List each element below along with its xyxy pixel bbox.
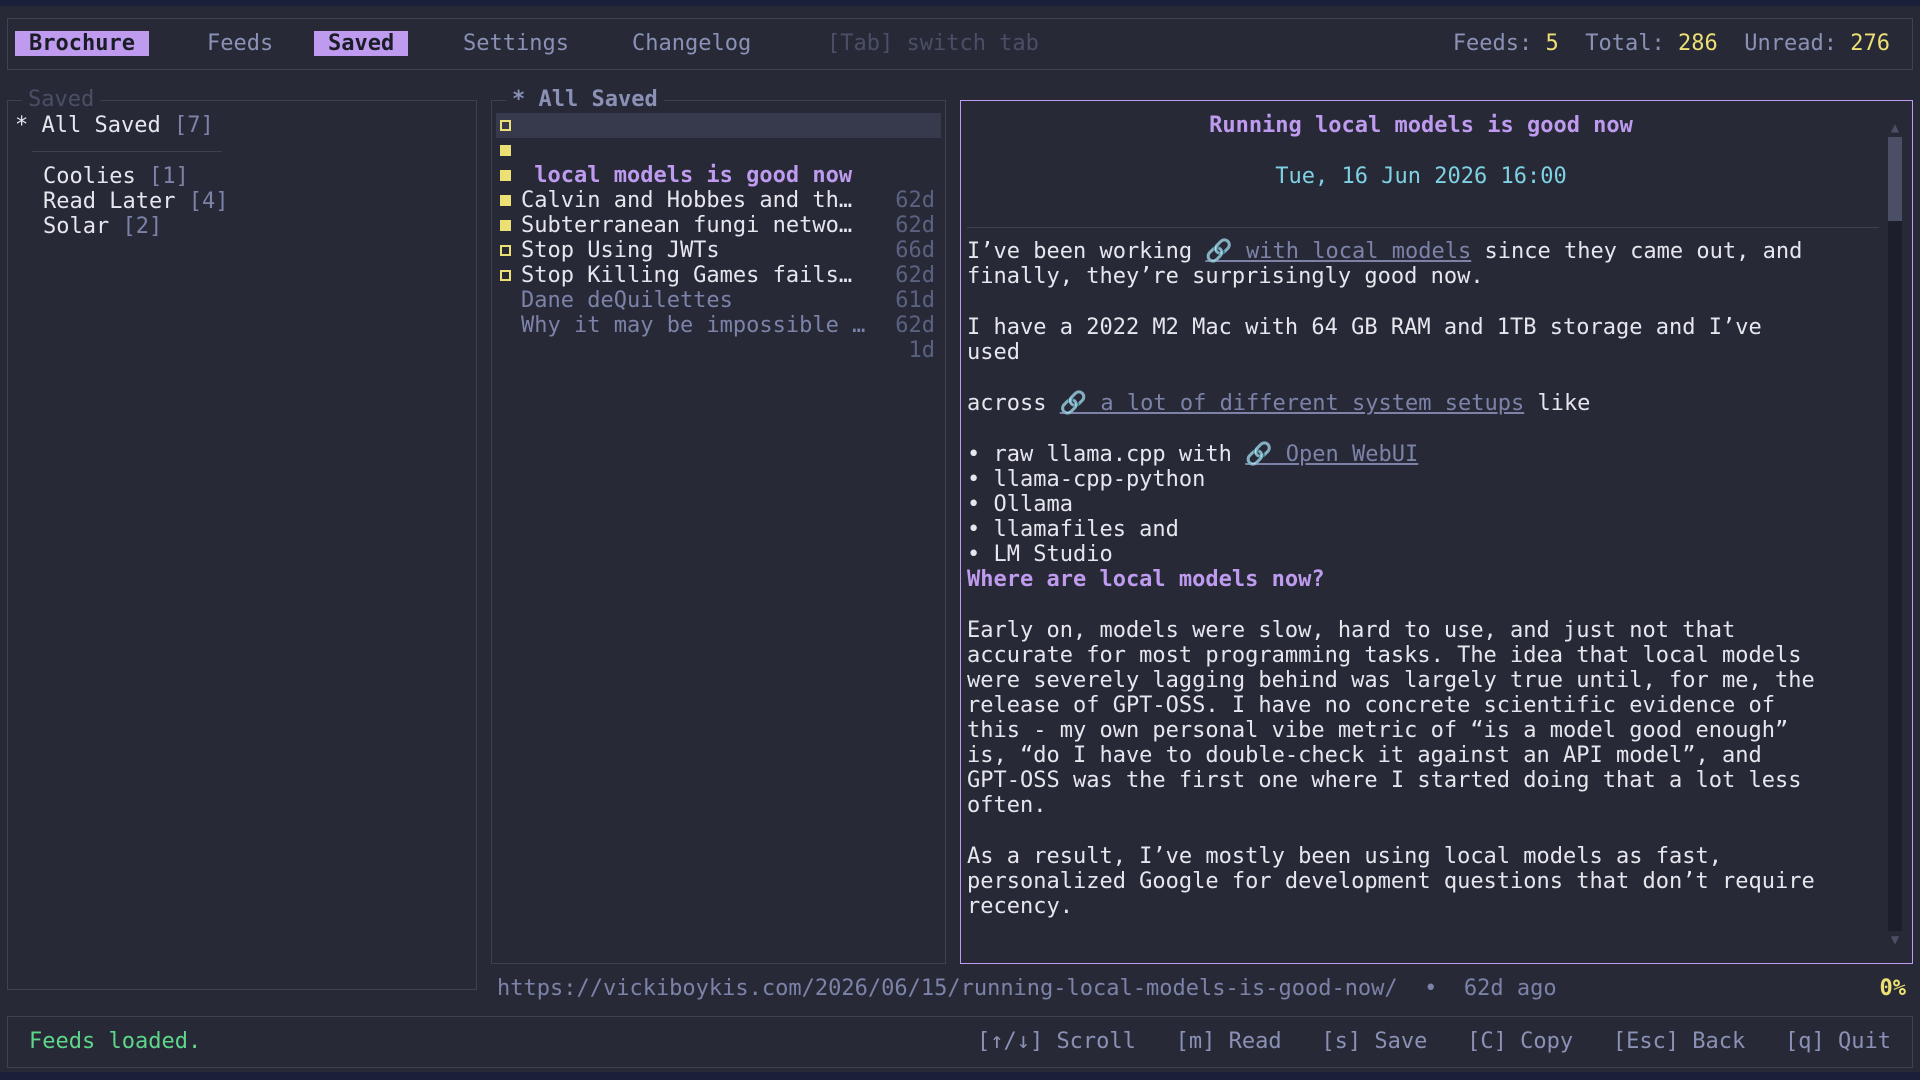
unread-marker-icon xyxy=(500,145,511,156)
article-text: GPT-OSS was the first one where I starte… xyxy=(967,768,1802,793)
keybindings: [↑/↓] Scroll [m] Read [s] Save [C] Copy … xyxy=(977,1029,1891,1054)
key-scroll[interactable]: [↑/↓] Scroll xyxy=(977,1029,1136,1054)
tab-saved[interactable]: Saved xyxy=(314,31,409,56)
article-list: * All Saved local models is good now 62d… xyxy=(491,87,946,964)
article-link-local-models[interactable]: 🔗 with local models xyxy=(1205,239,1471,264)
article-heading: Where are local models now? xyxy=(967,567,1325,592)
scroll-percent: 0% xyxy=(1879,976,1907,1001)
terminal-window: Brochure Feeds Saved Settings Changelog … xyxy=(0,6,1920,1072)
folder-item-coolies[interactable]: Coolies [1] xyxy=(43,164,189,190)
article-text: release of GPT-OSS. I have no concrete s… xyxy=(967,693,1775,718)
key-back[interactable]: [Esc] Back xyxy=(1613,1029,1745,1054)
scrollbar-thumb[interactable] xyxy=(1888,137,1902,221)
article-link-system-setups[interactable]: 🔗 a lot of different system setups xyxy=(1060,391,1524,416)
unread-marker-icon xyxy=(500,195,511,206)
list-item[interactable]: Subterranean fungi netwo… 66d xyxy=(496,163,941,263)
article-bullet: • LM Studio xyxy=(967,542,1113,567)
article-text: finally, they’re surprisingly good now. xyxy=(967,264,1484,289)
article-divider xyxy=(967,227,1879,228)
article-paragraph: across 🔗 a lot of different system setup… xyxy=(967,391,1591,416)
folder-panel: Saved * All Saved [7] Coolies [1] Read L… xyxy=(7,87,477,990)
article-paragraph: I’ve been working 🔗 with local models si… xyxy=(967,239,1803,264)
article-text: Early on, models were slow, hard to use,… xyxy=(967,618,1736,643)
article-link-open-webui[interactable]: 🔗 Open WebUI xyxy=(1245,442,1418,467)
unread-count: 276 xyxy=(1850,31,1890,56)
feed-stats: Feeds: 5 Total: 286 Unread: 276 xyxy=(1452,31,1890,56)
folder-divider xyxy=(32,151,222,152)
article-text: used xyxy=(967,340,1020,365)
unread-marker-icon xyxy=(500,170,511,181)
feeds-count: 5 xyxy=(1545,31,1559,56)
status-message: Feeds loaded. xyxy=(29,1029,202,1054)
folder-all-saved[interactable]: * All Saved [7] xyxy=(15,113,214,139)
tab-bar: Brochure Feeds Saved Settings Changelog … xyxy=(7,18,1913,70)
article-text: I have a 2022 M2 Mac with 64 GB RAM and … xyxy=(967,315,1762,340)
total-count: 286 xyxy=(1678,31,1718,56)
article-bullet: • Ollama xyxy=(967,492,1073,517)
list-item[interactable]: Calvin and Hobbes and th… 62d xyxy=(496,138,941,238)
article-url[interactable]: https://vickiboykis.com/2026/06/15/runni… xyxy=(497,976,1557,1002)
read-marker-icon xyxy=(500,270,511,281)
list-item[interactable]: Dane deQuilettes 62d xyxy=(496,238,941,338)
article-text: As a result, I’ve mostly been using loca… xyxy=(967,844,1722,869)
article-text: were severely lagging behind was largely… xyxy=(967,668,1815,693)
tab-switch-hint: [Tab] switch tab xyxy=(827,31,1039,56)
key-save[interactable]: [s] Save xyxy=(1321,1029,1427,1054)
article-text: accurate for most programming tasks. The… xyxy=(967,643,1802,668)
article-title: Running local models is good now xyxy=(1209,113,1633,138)
status-bar: Feeds loaded. [↑/↓] Scroll [m] Read [s] … xyxy=(7,1016,1913,1068)
article-text: personalized Google for development ques… xyxy=(967,869,1815,894)
article-bullet: • raw llama.cpp with 🔗 Open WebUI xyxy=(967,442,1419,467)
article-date: Tue, 16 Jun 2026 16:00 xyxy=(1275,164,1567,189)
article-bullet: • llamafiles and xyxy=(967,517,1179,542)
reader-pane[interactable]: Running local models is good now Tue, 16… xyxy=(960,100,1913,964)
key-copy[interactable]: [C] Copy xyxy=(1467,1029,1573,1054)
read-marker-icon xyxy=(500,245,511,256)
unread-marker-icon xyxy=(500,220,511,231)
scroll-down-icon[interactable]: ▼ xyxy=(1888,933,1902,947)
list-item[interactable]: local models is good now 62d xyxy=(496,113,941,213)
tab-changelog[interactable]: Changelog xyxy=(618,31,765,56)
scroll-up-icon[interactable]: ▲ xyxy=(1888,121,1902,135)
article-text: recency. xyxy=(967,894,1073,919)
list-item[interactable]: Why it may be impossible … 1d xyxy=(496,263,941,363)
key-quit[interactable]: [q] Quit xyxy=(1785,1029,1891,1054)
tab-settings[interactable]: Settings xyxy=(449,31,583,56)
list-item[interactable]: Stop Using JWTs 62d xyxy=(496,188,941,288)
unread-marker-icon xyxy=(500,120,511,131)
folder-panel-title: Saved xyxy=(22,87,101,112)
key-read[interactable]: [m] Read xyxy=(1176,1029,1282,1054)
tab-feeds[interactable]: Feeds xyxy=(193,31,287,56)
scrollbar[interactable] xyxy=(1888,137,1902,931)
article-bullet: • llama-cpp-python xyxy=(967,467,1206,492)
folder-item-read-later[interactable]: Read Later [4] xyxy=(43,189,228,215)
folder-item-solar[interactable]: Solar [2] xyxy=(43,214,162,240)
tab-brochure[interactable]: Brochure xyxy=(15,31,149,56)
list-item[interactable]: Stop Killing Games fails… 61d xyxy=(496,213,941,313)
article-text: often. xyxy=(967,793,1047,818)
article-list-title: * All Saved xyxy=(506,87,664,112)
article-text: this - my own personal vibe metric of “i… xyxy=(967,718,1789,743)
article-text: is, “do I have to double-check it agains… xyxy=(967,743,1762,768)
